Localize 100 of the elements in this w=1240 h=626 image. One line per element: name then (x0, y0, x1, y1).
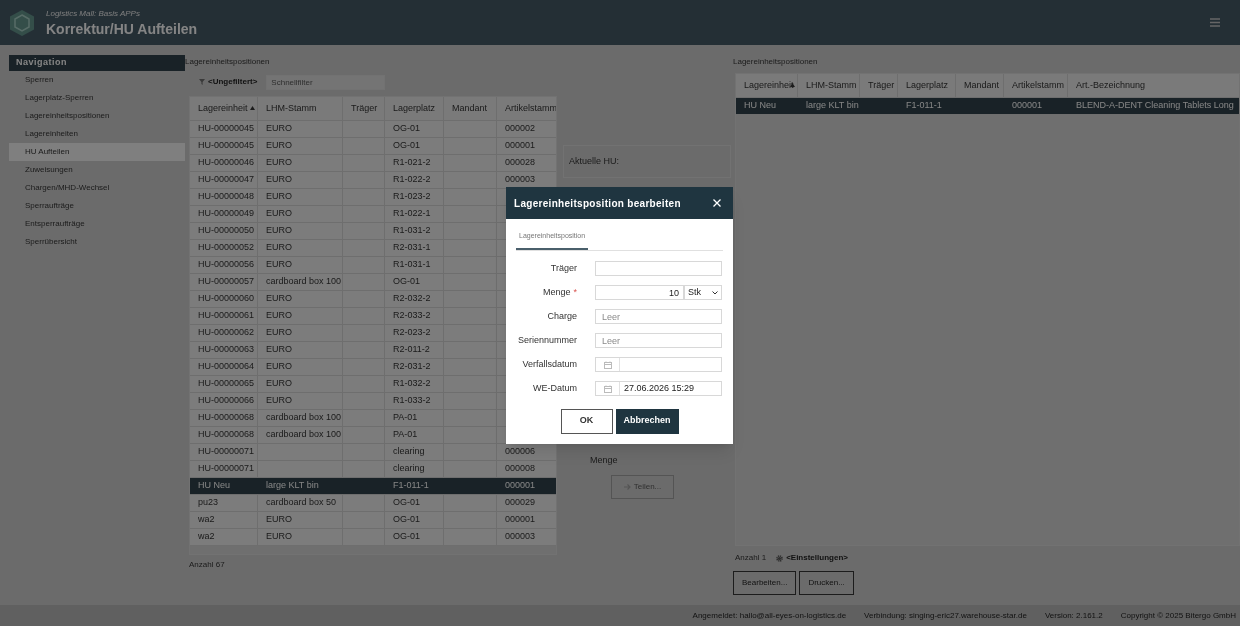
table-cell: EURO (258, 138, 343, 154)
cancel-button[interactable]: Abbrechen (615, 408, 679, 434)
navigation-header: Navigation (9, 55, 185, 71)
column-header[interactable]: Lagereinheit (190, 97, 258, 120)
table-cell: HU-00000068 (190, 410, 258, 426)
table-cell: HU-00000045 (190, 121, 258, 137)
current-hu-panel: Aktuelle HU: (563, 145, 731, 178)
table-cell: HU-00000068 (190, 427, 258, 443)
table-cell: wa2 (190, 512, 258, 528)
calendar-icon (603, 360, 612, 369)
table-cell: EURO (258, 189, 343, 205)
table-row[interactable]: wa2 EURO OG-01 000003 (190, 529, 556, 546)
panel-title: Lagereinheitspositionen (733, 56, 819, 68)
table-cell: clearing (385, 461, 444, 477)
table-cell: 000001 (497, 478, 556, 494)
table-cell: R2-032-2 (385, 291, 444, 307)
column-header[interactable]: Art.-Bezeichnung (1068, 74, 1239, 97)
unit-select[interactable]: Stk (684, 285, 722, 300)
status-text: Angemeldet: hallo@all-eyes-on-logistics.de (692, 609, 847, 622)
table-cell: F1-011-1 (898, 98, 956, 114)
filter-button[interactable]: <Ungefiltert> (199, 76, 258, 88)
table-cell: EURO (258, 376, 343, 392)
table-cell: HU-00000045 (190, 138, 258, 154)
column-header[interactable]: Lagereinheit (736, 74, 798, 97)
column-header[interactable]: Mandant (956, 74, 1004, 97)
row-count: Anzahl 1 (735, 552, 767, 564)
table-cell: OG-01 (385, 512, 444, 528)
column-header[interactable]: LHM-Stamm (798, 74, 860, 97)
ok-button[interactable]: OK (560, 408, 613, 434)
table-cell: EURO (258, 308, 343, 324)
table-cell: OG-01 (385, 138, 444, 154)
table-cell: R1-022-1 (385, 206, 444, 222)
table-row[interactable]: HU-00000045 EURO OG-01 000001 (190, 138, 556, 155)
table-cell: PA-01 (385, 410, 444, 426)
column-header[interactable]: Träger (860, 74, 898, 97)
action-button[interactable]: Bearbeiten... (733, 571, 797, 595)
table-row[interactable]: HU Neu large KLT bin F1-011-1 000001 BLEND-A-DENT Cleaning Tablets Long (736, 98, 1239, 115)
settings-link[interactable]: <Einstellungen> (776, 552, 848, 564)
date-field[interactable]: 27.06.2026 15:29 (595, 381, 722, 396)
table-cell: EURO (258, 529, 343, 545)
text-field[interactable]: Leer (595, 333, 722, 348)
quickfilter-field[interactable]: Schnellfilter (266, 74, 386, 90)
table-row[interactable]: pu23 cardboard box 50 OG-01 000029 (190, 495, 556, 512)
table-cell: HU Neu (190, 478, 258, 494)
gear-icon (776, 554, 784, 562)
text-field[interactable]: Leer (595, 309, 722, 324)
table-cell: EURO (258, 342, 343, 358)
table-cell: 000001 (497, 512, 556, 528)
table-cell: 000008 (497, 461, 556, 477)
column-header[interactable]: Artikelstamm (497, 97, 556, 120)
table-cell: HU-00000049 (190, 206, 258, 222)
table-cell: clearing (385, 444, 444, 460)
column-header[interactable]: Träger (343, 97, 385, 120)
table-row[interactable]: wa2 EURO OG-01 000001 (190, 512, 556, 529)
table-cell: HU-00000048 (190, 189, 258, 205)
column-header[interactable]: LHM-Stamm (258, 97, 343, 120)
table-cell: OG-01 (385, 529, 444, 545)
table-cell: HU-00000047 (190, 172, 258, 188)
table-cell: EURO (258, 240, 343, 256)
table-cell: R1-032-2 (385, 376, 444, 392)
column-header[interactable]: Lagerplatz (385, 97, 444, 120)
table-row[interactable]: HU-00000071 clearing 000008 (190, 461, 556, 478)
table-cell: OG-01 (385, 121, 444, 137)
column-header[interactable]: Artikelstamm (1004, 74, 1068, 97)
close-icon[interactable] (713, 199, 721, 207)
table-row[interactable]: HU-00000045 EURO OG-01 000002 (190, 121, 556, 138)
table-cell: HU-00000052 (190, 240, 258, 256)
table-row[interactable]: HU-00000046 EURO R1-021-2 000028 (190, 155, 556, 172)
table-cell: HU-00000066 (190, 393, 258, 409)
table-cell: cardboard box 100 (258, 274, 343, 290)
status-text: Verbindung: singing-eric27.warehouse-star.de (864, 609, 1027, 622)
table-cell: EURO (258, 359, 343, 375)
date-field[interactable] (595, 357, 722, 372)
table-cell: R1-022-2 (385, 172, 444, 188)
table-cell: 000001 (497, 138, 556, 154)
table-cell: EURO (258, 325, 343, 341)
text-field[interactable] (595, 261, 722, 276)
table-cell: HU-00000057 (190, 274, 258, 290)
column-header[interactable]: Mandant (444, 97, 497, 120)
column-header[interactable]: Lagerplatz (898, 74, 956, 97)
panel-title: Lagereinheitspositionen (185, 56, 271, 68)
table-cell: EURO (258, 155, 343, 171)
table-row[interactable]: HU-00000047 EURO R1-022-2 000003 (190, 172, 556, 189)
table-cell: HU-00000062 (190, 325, 258, 341)
sort-ascending-icon (790, 83, 795, 87)
quantity-field[interactable]: 10 (595, 285, 684, 300)
row-count: Anzahl 67 (189, 559, 226, 571)
action-button[interactable]: Drucken... (799, 571, 854, 595)
table-cell: wa2 (190, 529, 258, 545)
table-cell: HU-00000060 (190, 291, 258, 307)
table-row[interactable]: HU Neu large KLT bin F1-011-1 000001 (190, 478, 556, 495)
calendar-icon (603, 384, 612, 393)
menu-icon[interactable] (1210, 18, 1220, 27)
table-cell: R1-021-2 (385, 155, 444, 171)
table-row[interactable]: HU-00000071 clearing 000006 (190, 444, 556, 461)
table-cell: HU-00000063 (190, 342, 258, 358)
status-text: Copyright © 2025 Bitergo GmbH (1120, 609, 1236, 622)
table-cell: EURO (258, 223, 343, 239)
nav-item[interactable]: HU Aufteilen (9, 143, 185, 161)
app-subtitle: Logistics Mall: Basis APPs (46, 7, 141, 20)
